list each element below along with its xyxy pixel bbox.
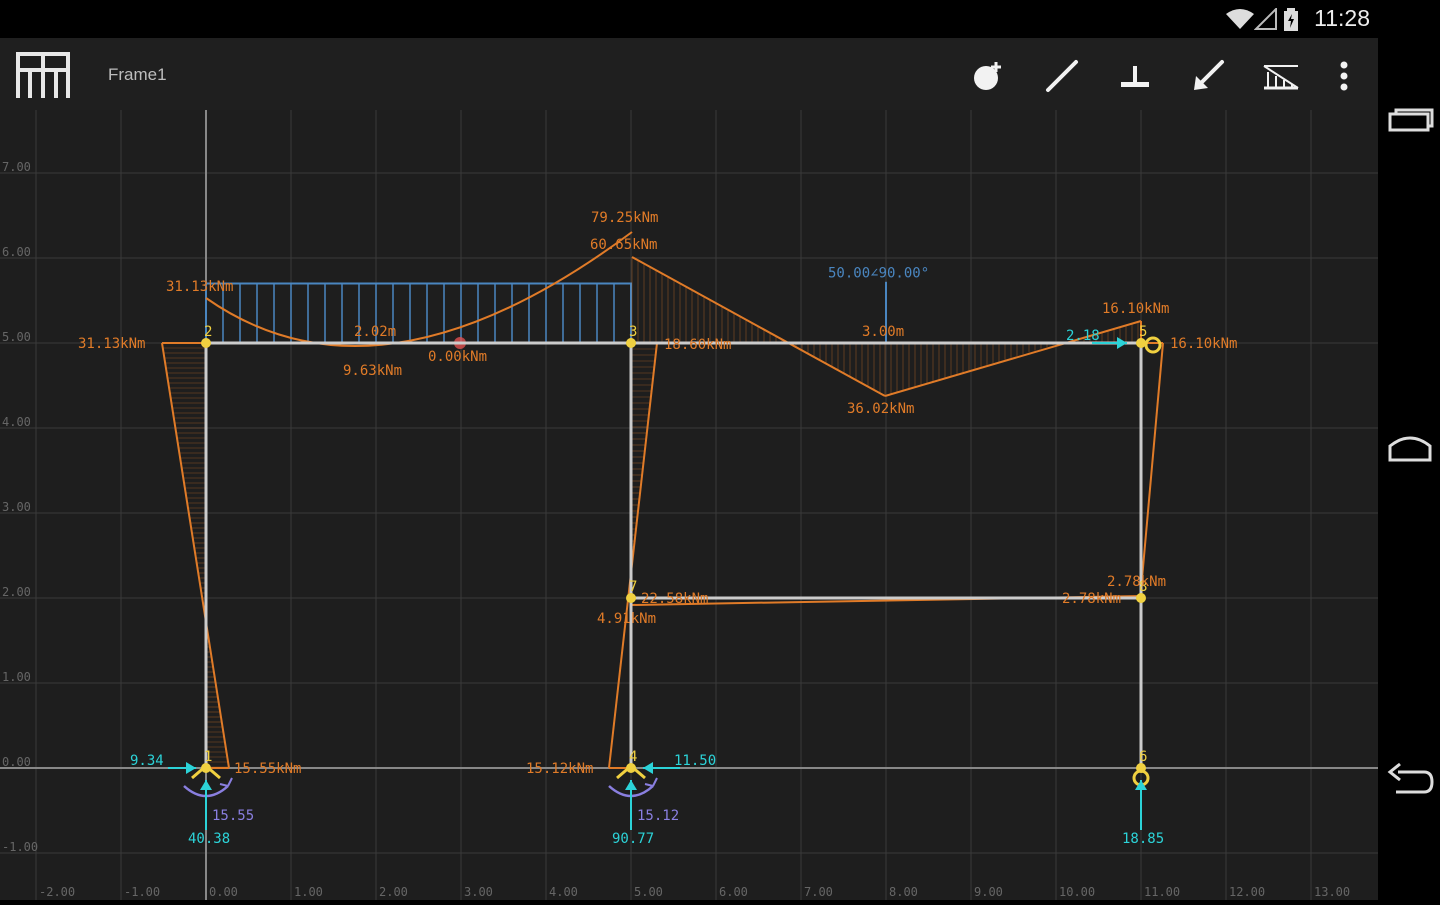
y-tick-label: -1.00 — [2, 840, 38, 854]
moment-label: 16.10kNm — [1102, 301, 1169, 317]
y-tick-label: 7.00 — [2, 160, 31, 174]
add-node-button[interactable] — [966, 54, 1010, 98]
app-bar: Frame1 — [0, 38, 1378, 110]
x-tick-label: 7.00 — [804, 885, 833, 899]
y-tick-label: 0.00 — [2, 755, 31, 769]
x-tick-label: 12.00 — [1229, 885, 1265, 899]
app-logo-icon[interactable] — [14, 48, 72, 100]
more-vert-icon — [1340, 61, 1348, 91]
support-icon — [1121, 66, 1149, 87]
y-tick-label: 2.00 — [2, 585, 31, 599]
add-member-button[interactable] — [1040, 54, 1084, 98]
moment-label: 9.63kNm — [343, 363, 402, 379]
moment-label: 31.13kNm — [78, 336, 145, 352]
distributed-load-button[interactable] — [1259, 54, 1303, 98]
status-time: 11:28 — [1314, 5, 1370, 31]
node-label: 2 — [204, 324, 212, 340]
x-tick-label: 9.00 — [974, 885, 1003, 899]
x-tick-label: 0.00 — [209, 885, 238, 899]
node-label: 6 — [1139, 749, 1147, 765]
moment-label: 2.78kNm — [1107, 574, 1166, 590]
x-tick-label: 11.00 — [1144, 885, 1180, 899]
node-label: 3 — [629, 324, 637, 340]
moment-label: 22.58kNm — [641, 591, 708, 607]
reaction-label: 18.85 — [1122, 831, 1164, 847]
x-tick-label: 13.00 — [1314, 885, 1350, 899]
x-tick-label: -2.00 — [39, 885, 75, 899]
moment-label: 79.25kNm — [591, 210, 658, 226]
system-nav-bar — [1378, 38, 1440, 900]
moment-label: 2.78kNm — [1062, 591, 1121, 607]
y-tick-label: 5.00 — [2, 330, 31, 344]
battery-icon — [1284, 8, 1298, 31]
status-bar: 11:28 — [0, 0, 1440, 38]
x-tick-label: 8.00 — [889, 885, 918, 899]
x-tick-label: 1.00 — [294, 885, 323, 899]
moment-label: 15.55kNm — [234, 761, 301, 777]
x-tick-label: 2.00 — [379, 885, 408, 899]
add-load-button[interactable] — [1186, 54, 1230, 98]
app-title: Frame1 — [108, 65, 167, 84]
moment-label: 60.65kNm — [590, 237, 657, 253]
load-arrow-icon — [1194, 60, 1224, 90]
reaction-label: 15.55 — [212, 808, 254, 824]
home-icon[interactable] — [1384, 426, 1436, 470]
y-tick-label: 1.00 — [2, 670, 31, 684]
structure-canvas[interactable]: -2.00 -1.00 0.00 1.00 2.00 3.00 4.00 5.00 6.00 7.… — [0, 110, 1378, 900]
node-label: 4 — [629, 749, 637, 765]
recent-apps-icon[interactable] — [1384, 100, 1436, 144]
reaction-label: 90.77 — [612, 831, 654, 847]
y-tick-label: 4.00 — [2, 415, 31, 429]
y-tick-label: 3.00 — [2, 500, 31, 514]
reaction-label: 40.38 — [188, 831, 230, 847]
back-icon[interactable] — [1384, 756, 1436, 800]
moment-label: 4.91kNm — [597, 611, 656, 627]
x-tick-label: 10.00 — [1059, 885, 1095, 899]
node-label: 5 — [1139, 324, 1147, 340]
x-tick-label: 5.00 — [634, 885, 663, 899]
moment-label: 18.60kNm — [664, 337, 731, 353]
distributed-load-icon — [1263, 65, 1299, 90]
wifi-icon — [1226, 9, 1254, 29]
dimension-label: 3.00m — [862, 324, 904, 340]
reaction-label: 15.12 — [637, 808, 679, 824]
point-load-label: 50.00∠90.00° — [828, 265, 929, 281]
signal-icon — [1254, 8, 1277, 30]
dimension-label: 2.02m — [354, 324, 396, 340]
reaction-label: 2.18 — [1066, 328, 1100, 344]
y-tick-label: 6.00 — [2, 245, 31, 259]
moment-label: 16.10kNm — [1170, 336, 1237, 352]
x-tick-label: 3.00 — [464, 885, 493, 899]
overflow-menu-button[interactable] — [1322, 54, 1366, 98]
x-tick-label: 4.00 — [549, 885, 578, 899]
reaction-label: 9.34 — [130, 753, 164, 769]
add-support-button[interactable] — [1113, 54, 1157, 98]
moment-label: 31.13kNm — [166, 279, 233, 295]
node-label: 1 — [204, 749, 212, 765]
frame-drawing[interactable]: -2.00 -1.00 0.00 1.00 2.00 3.00 4.00 5.00 6.00 7.… — [0, 110, 1378, 900]
node-label: 7 — [629, 579, 637, 595]
moment-label: 15.12kNm — [526, 761, 593, 777]
x-tick-label: -1.00 — [124, 885, 160, 899]
moment-label: 0.00kNm — [428, 349, 487, 365]
draw-member-icon — [1046, 60, 1078, 92]
reaction-label: 11.50 — [674, 753, 716, 769]
moment-label: 36.02kNm — [847, 401, 914, 417]
add-node-icon — [974, 62, 1001, 90]
x-tick-label: 6.00 — [719, 885, 748, 899]
